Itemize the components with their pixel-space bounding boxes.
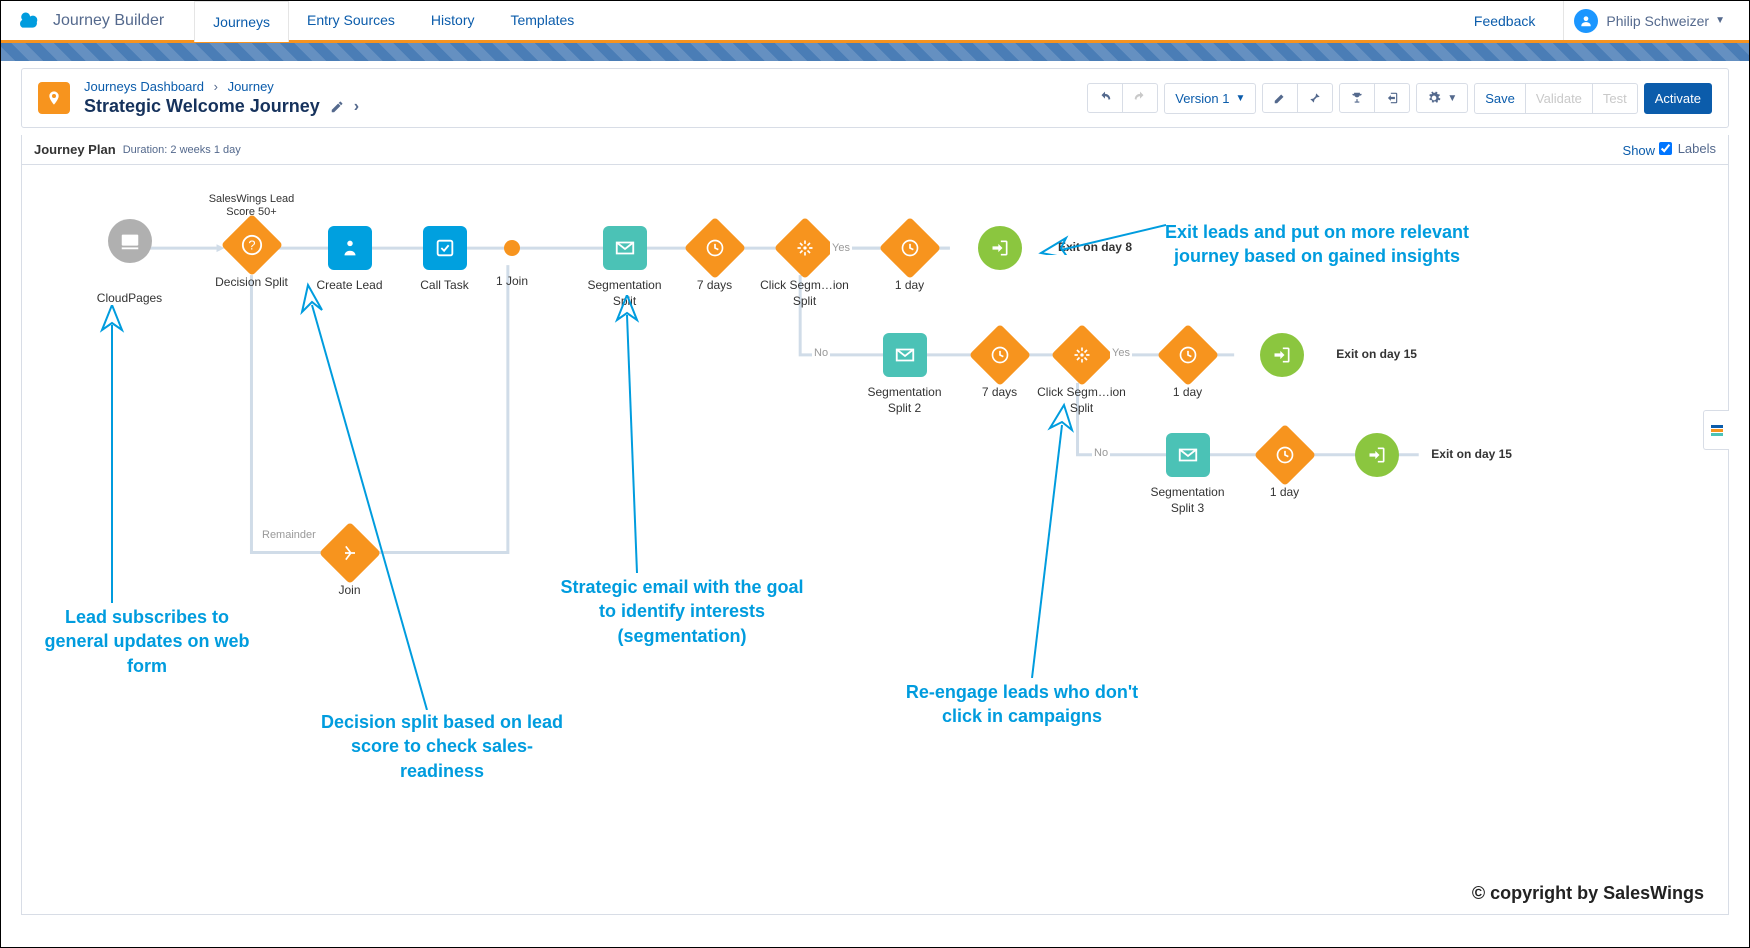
- exit-btn[interactable]: [1374, 83, 1410, 113]
- version-dropdown[interactable]: Version 1 ▼: [1164, 83, 1256, 114]
- exit-day15a-label: Exit on day 15: [1336, 347, 1417, 363]
- segmentation-split-3-node[interactable]: [1166, 433, 1210, 477]
- wait-7days-2-node[interactable]: [968, 324, 1030, 386]
- user-menu[interactable]: Philip Schweizer ▼: [1563, 1, 1735, 40]
- exit-day15b-node[interactable]: [1355, 433, 1399, 477]
- trophy-btn[interactable]: [1339, 83, 1375, 113]
- wait-1day-node[interactable]: [878, 217, 940, 279]
- click-seg-split-node[interactable]: [773, 217, 835, 279]
- journey-icon: [38, 82, 70, 114]
- avatar-icon: [1574, 9, 1598, 33]
- labels-checkbox[interactable]: [1659, 142, 1672, 155]
- plan-label: Journey Plan: [34, 142, 116, 157]
- branch-yes-2: Yes: [1110, 345, 1132, 361]
- pin-btn[interactable]: [1297, 83, 1333, 113]
- branch-no-1: No: [812, 345, 830, 361]
- activate-button[interactable]: Activate: [1644, 83, 1712, 114]
- annotation-2: Decision split based on lead score to ch…: [312, 710, 572, 783]
- exit-day15b-label: Exit on day 15: [1431, 447, 1512, 463]
- wait-7days-node[interactable]: [683, 217, 745, 279]
- wait-7days-label: 7 days: [667, 278, 762, 294]
- wait-1day-3-node[interactable]: [1253, 424, 1315, 486]
- annotation-1: Lead subscribes to general updates on we…: [32, 605, 262, 678]
- click-seg-split-label: Click Segm…ion Split: [757, 278, 852, 309]
- nav-tab-entry-sources[interactable]: Entry Sources: [289, 0, 413, 41]
- annotation-3: Strategic email with the goal to identif…: [552, 575, 812, 648]
- segmentation-split-2-label: Segmentation Split 2: [857, 385, 952, 416]
- salesforce-logo-icon: [15, 11, 43, 31]
- svg-text:?: ?: [248, 238, 255, 253]
- undo-button[interactable]: [1087, 83, 1123, 113]
- breadcrumb-dashboard[interactable]: Journeys Dashboard: [84, 79, 204, 94]
- app-title: Journey Builder: [53, 12, 164, 30]
- cloudpages-node[interactable]: [108, 219, 152, 263]
- nav-tab-journeys[interactable]: Journeys: [194, 1, 289, 42]
- branch-no-2: No: [1092, 445, 1110, 461]
- branch-yes-1: Yes: [830, 240, 852, 256]
- join-1-node[interactable]: [504, 240, 520, 256]
- copyright-text: © copyright by SalesWings: [1472, 883, 1704, 904]
- test-button[interactable]: Test: [1592, 83, 1638, 114]
- show-link[interactable]: Show: [1623, 143, 1656, 158]
- call-task-node[interactable]: [423, 226, 467, 270]
- exit-day15a-node[interactable]: [1260, 333, 1304, 377]
- annotation-5: Exit leads and put on more relevant jour…: [1152, 220, 1482, 269]
- decision-split-node[interactable]: ?: [220, 214, 282, 276]
- page-title: Strategic Welcome Journey ›: [84, 96, 359, 117]
- segmentation-split-3-label: Segmentation Split 3: [1140, 485, 1235, 516]
- edit-btn[interactable]: [1262, 83, 1298, 113]
- breadcrumb: Journeys Dashboard › Journey: [84, 79, 359, 94]
- segmentation-split-node[interactable]: [603, 226, 647, 270]
- side-panel-toggle[interactable]: [1703, 410, 1729, 450]
- wait-1day-3-label: 1 day: [1237, 485, 1332, 501]
- exit-day8-node[interactable]: [978, 226, 1022, 270]
- wait-7days-2-label: 7 days: [952, 385, 1047, 401]
- wait-1day-2-node[interactable]: [1156, 324, 1218, 386]
- edit-icon[interactable]: [330, 100, 344, 114]
- chevron-down-icon: ▼: [1715, 15, 1725, 26]
- wait-1day-label: 1 day: [862, 278, 957, 294]
- chevron-right-icon[interactable]: ›: [354, 98, 359, 116]
- join-1-label: 1 Join: [482, 274, 542, 290]
- journey-canvas[interactable]: CloudPages SalesWings Lead Score 50+ ? D…: [21, 165, 1729, 915]
- user-name: Philip Schweizer: [1606, 13, 1709, 29]
- wait-1day-2-label: 1 day: [1140, 385, 1235, 401]
- plan-duration: 2 weeks 1 day: [170, 144, 240, 156]
- breadcrumb-current: Journey: [228, 79, 274, 94]
- decorative-pattern: [1, 43, 1749, 61]
- settings-dropdown[interactable]: ▼: [1416, 83, 1468, 113]
- annotation-4: Re-engage leads who don't click in campa…: [892, 680, 1152, 729]
- labels-text: Labels: [1678, 141, 1716, 156]
- feedback-link[interactable]: Feedback: [1446, 13, 1563, 29]
- save-button[interactable]: Save: [1474, 83, 1526, 114]
- redo-button[interactable]: [1122, 83, 1158, 113]
- validate-button[interactable]: Validate: [1525, 83, 1593, 114]
- click-seg-split-2-node[interactable]: [1050, 324, 1112, 386]
- create-lead-node[interactable]: [328, 226, 372, 270]
- nav-tab-history[interactable]: History: [413, 0, 493, 41]
- segmentation-split-2-node[interactable]: [883, 333, 927, 377]
- nav-tab-templates[interactable]: Templates: [492, 0, 592, 41]
